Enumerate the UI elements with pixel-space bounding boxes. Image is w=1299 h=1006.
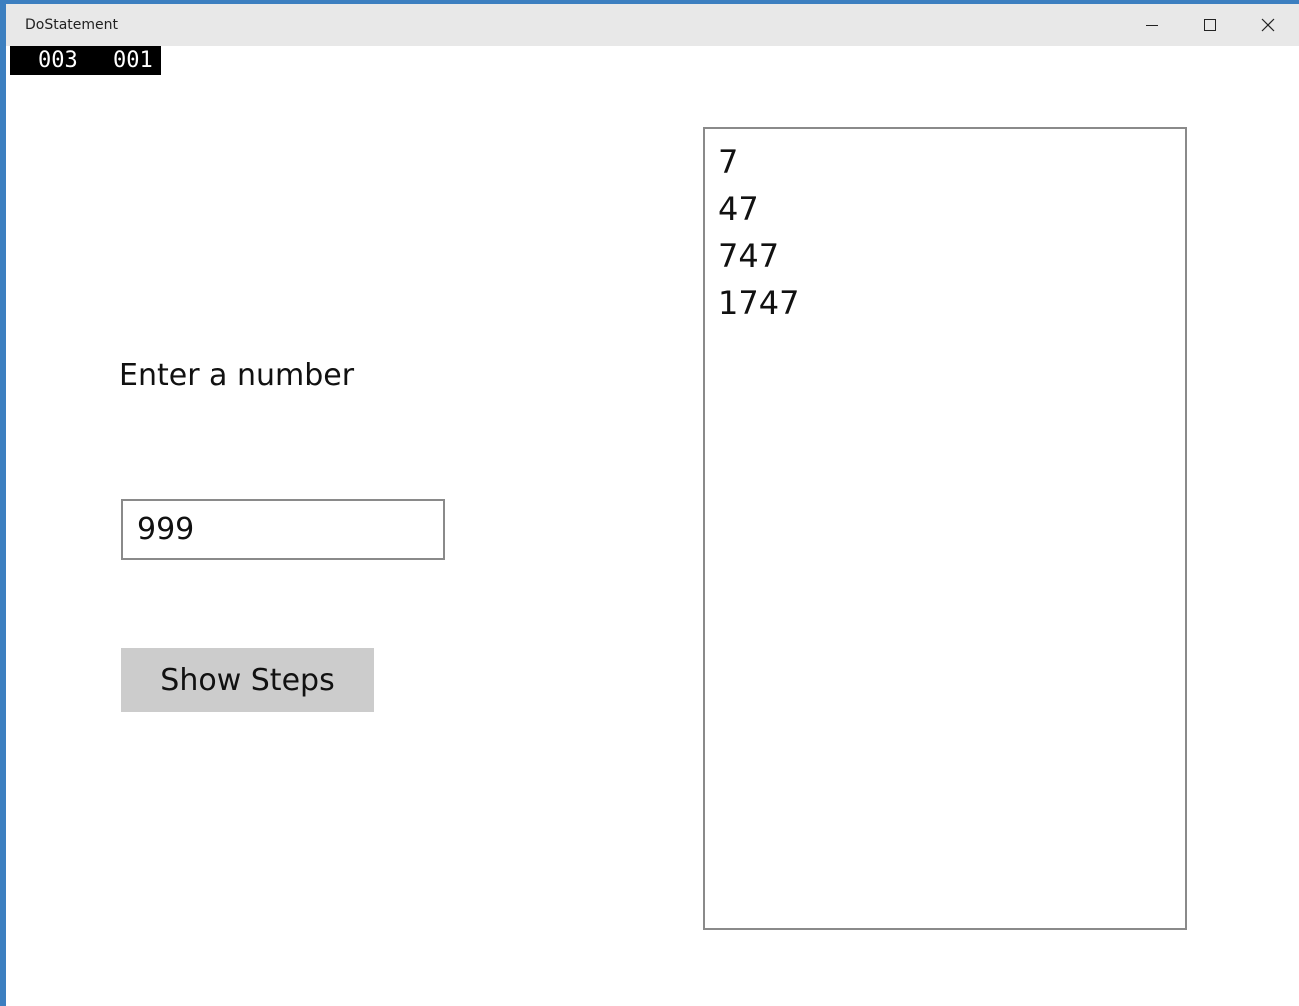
frame-counter-right: 001 — [113, 48, 153, 73]
minimize-icon — [1146, 25, 1158, 26]
minimize-button[interactable] — [1123, 4, 1181, 46]
enter-number-label: Enter a number — [119, 358, 355, 393]
frame-rate-counter: 003 001 — [10, 46, 161, 75]
output-line: 1747 — [718, 284, 800, 322]
app-window: DoStatement 003 001 Enter a number Show … — [0, 0, 1299, 1006]
title-bar[interactable]: DoStatement — [6, 4, 1299, 46]
output-line: 47 — [718, 190, 759, 228]
maximize-icon — [1204, 19, 1216, 31]
close-button[interactable] — [1239, 4, 1297, 46]
output-line: 7 — [718, 143, 739, 181]
maximize-button[interactable] — [1181, 4, 1239, 46]
steps-output-box[interactable]: 7 47 747 1747 — [703, 127, 1187, 930]
show-steps-button[interactable]: Show Steps — [121, 648, 374, 712]
close-icon — [1261, 18, 1275, 32]
number-input[interactable] — [121, 499, 445, 560]
frame-counter-left: 003 — [38, 48, 78, 73]
window-title: DoStatement — [25, 17, 119, 33]
output-line: 747 — [718, 237, 780, 275]
